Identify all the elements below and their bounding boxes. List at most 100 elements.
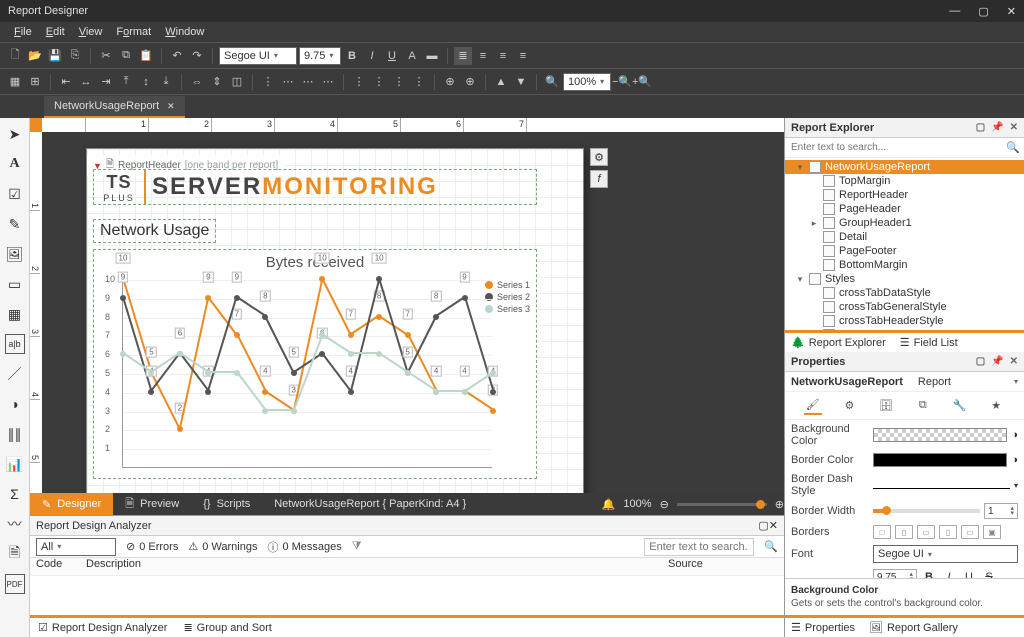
menu-view[interactable]: View [79, 26, 103, 38]
fill-color-icon[interactable]: ▬ [423, 47, 441, 65]
sparkline-tool-icon[interactable]: 〰 [5, 514, 25, 534]
center-h-icon[interactable]: ⊕ [441, 73, 459, 91]
save-icon[interactable]: 💾 [46, 47, 64, 65]
center-v-icon[interactable]: ⊕ [461, 73, 479, 91]
zoom-out-icon[interactable]: −🔍 [613, 73, 631, 91]
tree-node[interactable]: ▸GroupHeader1 [785, 216, 1024, 230]
footer-group-sort-tab[interactable]: ≣ Group and Sort [183, 621, 271, 634]
hspace-inc-icon[interactable]: ⋯ [279, 73, 297, 91]
warnings-pill[interactable]: ⚠ 0 Warnings [188, 540, 257, 553]
character-comb-icon[interactable]: a|b [5, 334, 25, 354]
align-l-icon[interactable]: ⇤ [57, 73, 75, 91]
bring-front-icon[interactable]: ▲ [492, 73, 510, 91]
report-page[interactable]: ▼ 🗎 ReportHeader [one band per report] T… [86, 148, 584, 493]
explorer-tree[interactable]: ▾NetworkUsageReportTopMarginReportHeader… [785, 158, 1024, 330]
chart-tool-icon[interactable]: 📊 [5, 454, 25, 474]
brush-tab-icon[interactable]: 🖌 [804, 397, 822, 415]
snap-icon[interactable]: ⊞ [26, 73, 44, 91]
bordercolor-picker-icon[interactable]: ◑ [1011, 454, 1018, 466]
explorer-pin-icon[interactable]: 📌 [991, 122, 1003, 133]
align-m-icon[interactable]: ↕ [137, 73, 155, 91]
new-icon[interactable]: 🗋 [6, 47, 24, 65]
shape-tool-icon[interactable]: ◑ [5, 394, 25, 414]
star-tab-icon[interactable]: ★ [987, 397, 1005, 415]
tree-node[interactable]: TopMargin [785, 174, 1024, 188]
props-max-icon[interactable]: ▢ [976, 356, 985, 367]
tab-field-list[interactable]: ☰ Field List [900, 336, 958, 349]
subreport-tool-icon[interactable]: 🗎 [5, 544, 25, 564]
undo-icon[interactable]: ↶ [168, 47, 186, 65]
design-canvas[interactable]: 1234567 12345 ▼ 🗎 ReportHeader [one band… [30, 118, 784, 493]
tree-node[interactable]: ReportHeader [785, 188, 1024, 202]
props-close-icon[interactable]: ✕ [1010, 356, 1018, 367]
align-right-icon[interactable]: ≡ [494, 47, 512, 65]
tab-designer[interactable]: ✎ Designer [30, 493, 113, 515]
tab-report-gallery[interactable]: 🖼 Report Gallery [869, 621, 958, 634]
zoom-tool-icon[interactable]: 🔍 [543, 73, 561, 91]
vspace-dec-icon[interactable]: ⋮ [390, 73, 408, 91]
doc-tab-pin-icon[interactable]: ✕ [167, 101, 175, 112]
zoom-select[interactable]: 100%▾ [563, 73, 611, 91]
align-b-icon[interactable]: ⤓ [157, 73, 175, 91]
errors-pill[interactable]: ⊘ 0 Errors [126, 540, 178, 553]
align-left-icon[interactable]: ≣ [454, 47, 472, 65]
borderwidth-spin[interactable]: 1▴▾ [984, 503, 1018, 519]
grid-icon[interactable]: ▦ [6, 73, 24, 91]
logo-image[interactable]: TS PLUS SERVERMONITORING [93, 169, 537, 205]
analyzer-max-icon[interactable]: ▢ [758, 520, 768, 532]
tree-node[interactable]: crossTabGeneralStyle [785, 300, 1024, 314]
borderwidth-slider[interactable] [873, 509, 980, 513]
hspace-eq-icon[interactable]: ⋮ [259, 73, 277, 91]
messages-pill[interactable]: ⓘ 0 Messages [267, 539, 341, 555]
align-r-icon[interactable]: ⇥ [97, 73, 115, 91]
prop-strike-icon[interactable]: S [981, 569, 997, 578]
vspace-eq-icon[interactable]: ⋮ [350, 73, 368, 91]
zoom-in-btn[interactable]: ⊕ [775, 498, 784, 511]
same-size-icon[interactable]: ◫ [228, 73, 246, 91]
tree-node[interactable]: PageHeader [785, 202, 1024, 216]
pointer-tool-icon[interactable]: ➤ [5, 124, 25, 144]
expression-icon[interactable]: f [590, 170, 608, 188]
send-back-icon[interactable]: ▼ [512, 73, 530, 91]
footer-analyzer-tab[interactable]: ☑ Report Design Analyzer [38, 621, 167, 634]
borders-buttons[interactable]: □▯▭▯▭▣ [873, 525, 1018, 539]
pdf-tool-icon[interactable]: PDF [5, 574, 25, 594]
barcode-tool-icon[interactable]: ∥∥ [5, 424, 25, 444]
analyzer-filter[interactable]: All▾ [36, 538, 116, 556]
richtext-tool-icon[interactable]: ✎ [5, 214, 25, 234]
tree-node[interactable]: crossTabHeaderStyle [785, 314, 1024, 328]
italic-icon[interactable]: I [363, 47, 381, 65]
tree-node[interactable]: BottomMargin [785, 258, 1024, 272]
label-tool-icon[interactable]: A [5, 154, 25, 174]
redo-icon[interactable]: ↷ [188, 47, 206, 65]
explorer-max-icon[interactable]: ▢ [976, 122, 985, 133]
bgcolor-swatch[interactable] [873, 428, 1007, 442]
vspace-rem-icon[interactable]: ⋮ [410, 73, 428, 91]
explorer-search-icon[interactable]: 🔍 [1006, 141, 1020, 154]
bold-icon[interactable]: B [343, 47, 361, 65]
vspace-inc-icon[interactable]: ⋮ [370, 73, 388, 91]
align-justify-icon[interactable]: ≡ [514, 47, 532, 65]
prop-underline-icon[interactable]: U [961, 569, 977, 578]
analyzer-search[interactable] [644, 538, 754, 556]
tree-node[interactable]: PageFooter [785, 244, 1024, 258]
tree-node[interactable]: Detail [785, 230, 1024, 244]
cut-icon[interactable]: ✂ [97, 47, 115, 65]
bell-icon[interactable]: 🔔 [602, 498, 616, 511]
prop-font-family[interactable]: Segoe UI▾ [873, 545, 1018, 563]
tab-report-explorer[interactable]: 🌲 Report Explorer [791, 336, 886, 349]
align-c-icon[interactable]: ↔ [77, 73, 95, 91]
tree-node[interactable]: crossTabDataStyle [785, 286, 1024, 300]
line-tool-icon[interactable]: ／ [5, 364, 25, 384]
props-pin-icon[interactable]: 📌 [991, 356, 1003, 367]
align-t-icon[interactable]: ⤒ [117, 73, 135, 91]
menu-edit[interactable]: Edit [46, 26, 65, 38]
menu-file[interactable]: File [14, 26, 32, 38]
save-all-icon[interactable]: ⎘ [66, 47, 84, 65]
font-family-select[interactable]: Segoe UI▾ [219, 47, 297, 65]
wrench-tab-icon[interactable]: 🔧 [951, 397, 969, 415]
analyzer-search-icon[interactable]: 🔍 [764, 540, 778, 553]
properties-selection[interactable]: NetworkUsageReport Report ▾ [785, 372, 1024, 392]
bordercolor-swatch[interactable] [873, 453, 1007, 467]
menu-window[interactable]: Window [165, 26, 204, 38]
